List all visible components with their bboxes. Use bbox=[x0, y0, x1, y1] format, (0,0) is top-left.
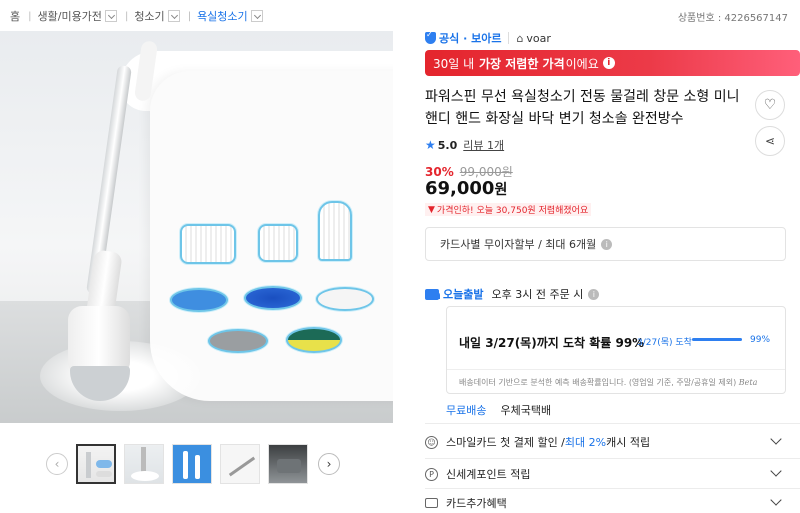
product-main-image[interactable] bbox=[0, 31, 393, 423]
chevron-down-icon[interactable] bbox=[104, 10, 117, 22]
thumbnail-4[interactable] bbox=[220, 444, 260, 484]
card-installment-box[interactable]: 카드사별 무이자할부 / 최대 6개월 i bbox=[425, 227, 786, 261]
delivery-estimate: 내일 3/27(목)까지 도착 확률 99% bbox=[459, 336, 645, 350]
benefit-smile-card[interactable]: ☺ 스마일카드 첫 결제 할인 / 최대 2% 캐시 적립 bbox=[425, 430, 782, 454]
breadcrumb: 홈 | 생활/미용가전 | 청소기 | 욕실청소기 bbox=[10, 6, 269, 26]
beta-label: Beta bbox=[738, 378, 758, 387]
product-info-panel: 공식 · 보아르 ⌂ voar 30일 내 가장 저렴한 가격 이에요 i 파워… bbox=[425, 0, 800, 513]
attachment-blue-pad bbox=[170, 288, 228, 312]
divider bbox=[425, 423, 800, 424]
share-icon[interactable]: ⋖ bbox=[755, 126, 785, 156]
chevron-left-icon[interactable]: ‹ bbox=[46, 453, 68, 475]
benefit-highlight: 최대 2% bbox=[564, 436, 607, 449]
promo-prefix: 30일 내 bbox=[433, 56, 475, 71]
delivery-note-text: 배송데이터 기반으로 분석한 예측 배송확률입니다. (영업일 기준, 주말/공… bbox=[459, 378, 737, 387]
shipping-cutoff: 오후 3시 전 주문 시 bbox=[491, 288, 584, 301]
thumbnail-2[interactable] bbox=[124, 444, 164, 484]
delivery-percent: 99% bbox=[750, 335, 771, 345]
shipping-brand: 오늘출발 bbox=[443, 288, 484, 301]
card-installment-text: 카드사별 무이자할부 / 최대 6개월 bbox=[440, 238, 597, 251]
discount-rate: 30% bbox=[425, 165, 454, 179]
review-count-link[interactable]: 리뷰 1개 bbox=[463, 137, 504, 153]
delivery-note: 배송데이터 기반으로 분석한 예측 배송확률입니다. (영업일 기준, 주말/공… bbox=[459, 377, 757, 388]
info-icon[interactable]: i bbox=[601, 238, 613, 250]
delivery-date-label: 3/27(목) 도착 bbox=[637, 338, 692, 348]
arrow-down-icon: ▼ bbox=[428, 204, 435, 215]
attachment-round-brush bbox=[258, 224, 298, 262]
chevron-down-icon[interactable] bbox=[770, 465, 782, 477]
official-badge-label: 공식 · 보아르 bbox=[439, 32, 502, 45]
delivery-estimate-box: 내일 3/27(목)까지 도착 확률 99% 3/27(목) 도착 99% 배송… bbox=[446, 306, 786, 394]
attachment-cone-brush bbox=[318, 201, 352, 261]
carrier-label: 우체국택배 bbox=[500, 404, 552, 417]
heart-icon[interactable]: ♡ bbox=[755, 90, 785, 120]
breadcrumb-separator: | bbox=[124, 10, 129, 22]
divider bbox=[447, 369, 785, 370]
chevron-down-icon[interactable] bbox=[770, 494, 782, 506]
star-icon: ★ bbox=[425, 138, 436, 152]
attachment-grey-pad bbox=[208, 329, 268, 353]
truck-icon bbox=[425, 288, 440, 300]
shield-check-icon bbox=[425, 30, 436, 44]
thumbnail-strip: ‹ › bbox=[46, 443, 346, 485]
lowest-price-banner[interactable]: 30일 내 가장 저렴한 가격 이에요 i bbox=[425, 50, 800, 76]
sale-price-value: 69,000 bbox=[425, 178, 495, 199]
benefit-card-extra[interactable]: 카드추가혜택 bbox=[425, 491, 782, 513]
delivery-probability-bar bbox=[692, 338, 742, 341]
promo-highlight: 가장 저렴한 가격 bbox=[479, 56, 565, 71]
info-icon[interactable]: i bbox=[588, 288, 600, 300]
divider bbox=[425, 458, 800, 459]
price-drop-note: ▼ 가격인하! 오늘 30,750원 저렴해졌어요 bbox=[425, 203, 592, 216]
promo-suffix: 이에요 bbox=[565, 56, 599, 71]
divider bbox=[425, 488, 800, 489]
benefit-text: 카드추가혜택 bbox=[446, 497, 507, 510]
rating-summary: ★ 5.0 리뷰 1개 bbox=[425, 137, 504, 153]
breadcrumb-item-cleaner[interactable]: 청소기 bbox=[134, 8, 180, 24]
delivery-probability-fill bbox=[692, 338, 742, 341]
currency: 원 bbox=[494, 182, 508, 198]
smile-icon: ☺ bbox=[425, 435, 438, 449]
breadcrumb-item-appliances[interactable]: 생활/미용가전 bbox=[38, 8, 117, 24]
benefit-text: 신세계포인트 적립 bbox=[446, 468, 531, 481]
attachment-navy-pad bbox=[244, 286, 302, 310]
chevron-down-icon[interactable] bbox=[167, 10, 180, 22]
store-name: voar bbox=[526, 31, 551, 45]
sale-price: 69,000원 bbox=[425, 178, 507, 199]
credit-card-icon bbox=[425, 498, 438, 508]
breadcrumb-home[interactable]: 홈 bbox=[10, 8, 20, 24]
attachment-sponge-pad bbox=[286, 327, 342, 353]
chevron-down-icon[interactable] bbox=[250, 10, 263, 22]
attachment-white-pad bbox=[316, 287, 374, 311]
shipping-row: 오늘출발 오후 3시 전 주문 시 i bbox=[425, 286, 600, 302]
breadcrumb-separator: | bbox=[28, 10, 32, 22]
chevron-right-icon[interactable]: › bbox=[318, 453, 340, 475]
shipping-options: 무료배송 우체국택배 bbox=[446, 402, 551, 418]
thumbnail-1[interactable] bbox=[76, 444, 116, 484]
point-icon: P bbox=[425, 467, 438, 481]
thumbnail-3[interactable] bbox=[172, 444, 212, 484]
product-title: 파워스핀 무선 욕실청소기 전동 물걸레 창문 소형 미니 핸디 핸드 화장실 … bbox=[425, 89, 740, 127]
free-shipping-label: 무료배송 bbox=[446, 404, 487, 417]
attachment-flat-brush bbox=[180, 224, 236, 264]
home-icon: ⌂ bbox=[516, 31, 524, 45]
divider bbox=[508, 32, 510, 44]
thumbnail-5[interactable] bbox=[268, 444, 308, 484]
brand-row: 공식 · 보아르 ⌂ voar bbox=[425, 28, 551, 48]
price-drop-text: 가격인하! 오늘 30,750원 저렴해졌어요 bbox=[436, 206, 589, 216]
chevron-down-icon[interactable] bbox=[770, 433, 782, 445]
info-icon[interactable]: i bbox=[602, 57, 615, 69]
store-link[interactable]: ⌂ voar bbox=[516, 32, 551, 45]
breadcrumb-item-bath-cleaner[interactable]: 욕실청소기 bbox=[197, 8, 263, 24]
rating-score: 5.0 bbox=[437, 138, 458, 152]
breadcrumb-separator: | bbox=[187, 10, 192, 22]
benefit-text: 스마일카드 첫 결제 할인 / bbox=[446, 436, 565, 449]
official-badge[interactable]: 공식 · 보아르 bbox=[425, 30, 501, 46]
benefit-suffix: 캐시 적립 bbox=[606, 436, 651, 449]
benefit-shinsegae-point[interactable]: P 신세계포인트 적립 bbox=[425, 462, 782, 486]
